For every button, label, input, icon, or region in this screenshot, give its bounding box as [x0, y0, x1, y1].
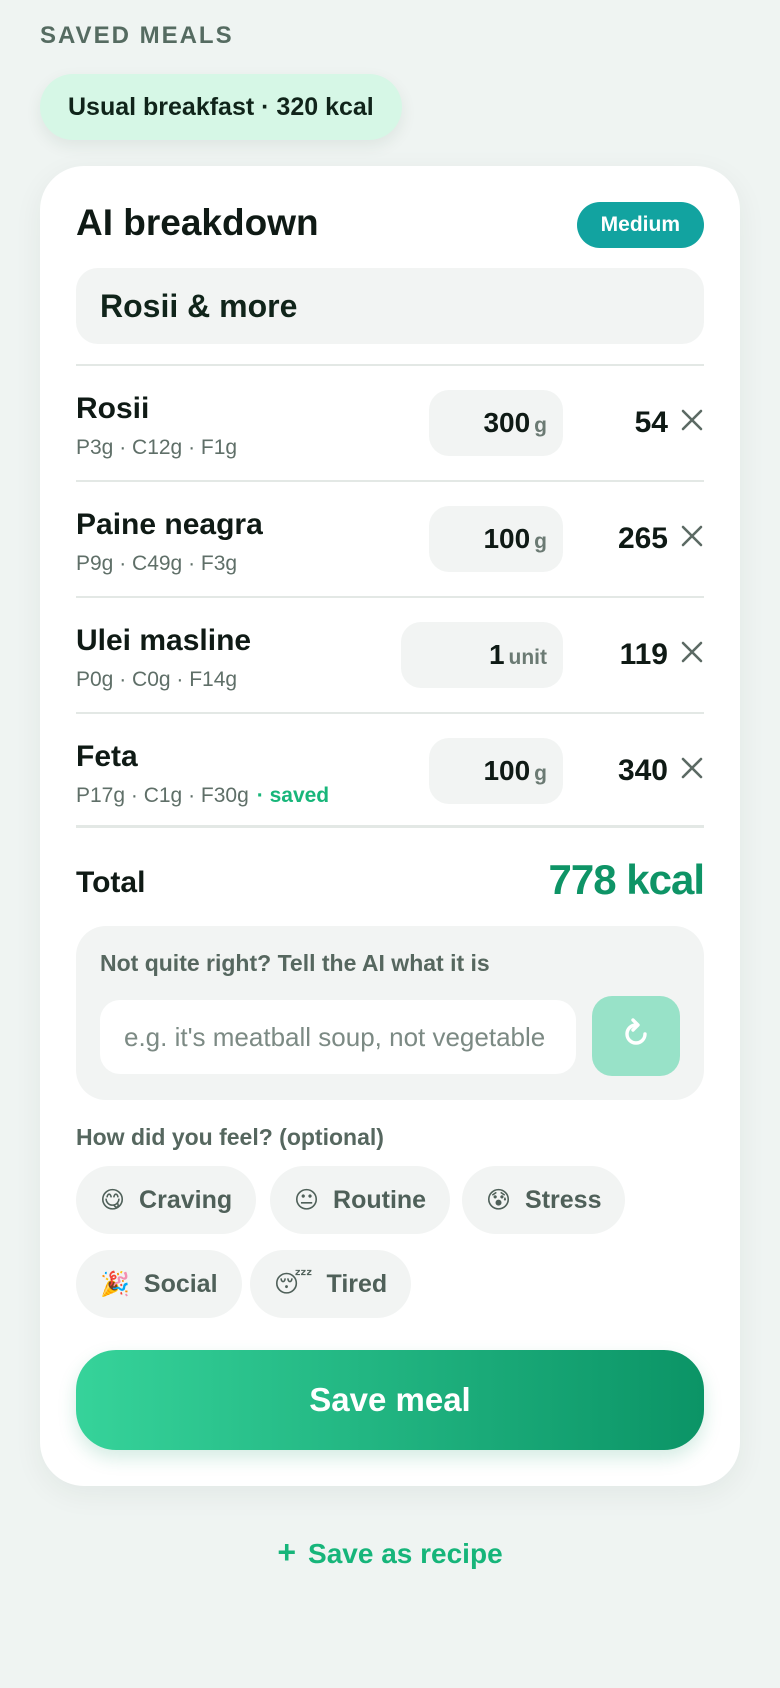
quantity-value: 100 [483, 755, 531, 786]
food-item-list: Rosii P3g · C12g · F1g 300 g 54 Paine ne… [76, 364, 704, 828]
quantity-value: 100 [483, 523, 531, 554]
quantity-unit: unit [508, 646, 547, 669]
card-title: AI breakdown [76, 202, 319, 243]
food-item: Ulei masline P0g · C0g · F14g 1 unit 119 [76, 596, 704, 712]
meal-name-field[interactable]: Rosii & more [76, 268, 704, 344]
reanalyze-button[interactable] [592, 996, 680, 1076]
anxious-face-icon: 😰 [486, 1186, 512, 1214]
total-kcal: 778 kcal [548, 856, 705, 903]
saved-meals-label: SAVED MEALS [40, 22, 234, 49]
quantity-field[interactable]: 300 g [429, 390, 563, 456]
quantity-field[interactable]: 100 g [429, 506, 563, 572]
save-as-recipe-link[interactable]: + Save as recipe [0, 1534, 780, 1571]
food-item-macros: P3g · C12g · F1g [76, 436, 238, 459]
quantity-unit: g [534, 762, 547, 785]
confidence-badge: Medium [576, 202, 704, 248]
mood-chip-craving[interactable]: 😋 Craving [76, 1166, 257, 1234]
food-item-kcal: 265 [617, 522, 668, 555]
correction-prompt: Not quite right? Tell the AI what it is [100, 950, 490, 976]
mood-chip-label: Tired [326, 1269, 388, 1298]
ai-breakdown-card: AI breakdown Medium Rosii & more Rosii P… [40, 166, 740, 1486]
mood-chip-tired[interactable]: 😴 Tired [250, 1250, 412, 1318]
quantity-value: 1 [488, 639, 505, 670]
food-item: Feta P17g · C1g · F30g · saved 100 g 340 [76, 712, 704, 828]
quantity-field[interactable]: 100 g [429, 738, 563, 804]
food-item-kcal: 54 [634, 406, 668, 439]
quantity-unit: g [534, 414, 547, 437]
save-as-recipe-label: Save as recipe [308, 1538, 503, 1569]
close-icon[interactable] [678, 638, 706, 666]
mood-chip-label: Stress [525, 1185, 602, 1214]
total-label: Total [76, 866, 146, 899]
food-item-macros: P17g · C1g · F30g · saved [76, 784, 330, 807]
neutral-face-icon: 😐 [294, 1186, 320, 1214]
mood-chip-label: Craving [139, 1185, 233, 1214]
food-item-macros: P9g · C49g · F3g [76, 552, 238, 575]
plus-icon: + [277, 1534, 297, 1570]
saved-tag: · saved [256, 784, 330, 807]
party-popper-icon: 🎉 [100, 1270, 130, 1298]
correction-box: Not quite right? Tell the AI what it is [76, 926, 704, 1100]
sleepy-face-icon: 😴 [274, 1270, 313, 1298]
food-item: Paine neagra P9g · C49g · F3g 100 g 265 [76, 480, 704, 596]
mood-label: How did you feel? (optional) [76, 1124, 384, 1150]
mood-chip-social[interactable]: 🎉 Social [76, 1250, 242, 1318]
food-item-name: Paine neagra [76, 508, 263, 541]
mood-chip-label: Routine [333, 1185, 427, 1214]
food-item-name: Ulei masline [76, 624, 252, 657]
close-icon[interactable] [678, 522, 706, 550]
food-item-macros: P0g · C0g · F14g [76, 668, 238, 691]
quantity-unit: g [534, 530, 547, 553]
correction-input[interactable] [100, 1000, 576, 1074]
food-item-name: Rosii [76, 392, 150, 425]
food-item-kcal: 340 [617, 754, 668, 787]
mood-chip-stress[interactable]: 😰 Stress [462, 1166, 626, 1234]
saved-meal-chip[interactable]: Usual breakfast · 320 kcal [40, 74, 402, 140]
save-meal-button[interactable]: Save meal [76, 1350, 704, 1450]
food-item-name: Feta [76, 740, 138, 773]
quantity-field[interactable]: 1 unit [401, 622, 563, 688]
food-item: Rosii P3g · C12g · F1g 300 g 54 [76, 364, 704, 480]
food-item-kcal: 119 [619, 638, 668, 671]
mood-chip-label: Social [143, 1269, 218, 1298]
quantity-value: 300 [483, 407, 531, 438]
craving-emoji-icon: 😋 [100, 1186, 126, 1214]
refresh-icon [619, 1017, 653, 1056]
close-icon[interactable] [678, 406, 706, 434]
close-icon[interactable] [678, 754, 706, 782]
mood-chip-routine[interactable]: 😐 Routine [270, 1166, 451, 1234]
